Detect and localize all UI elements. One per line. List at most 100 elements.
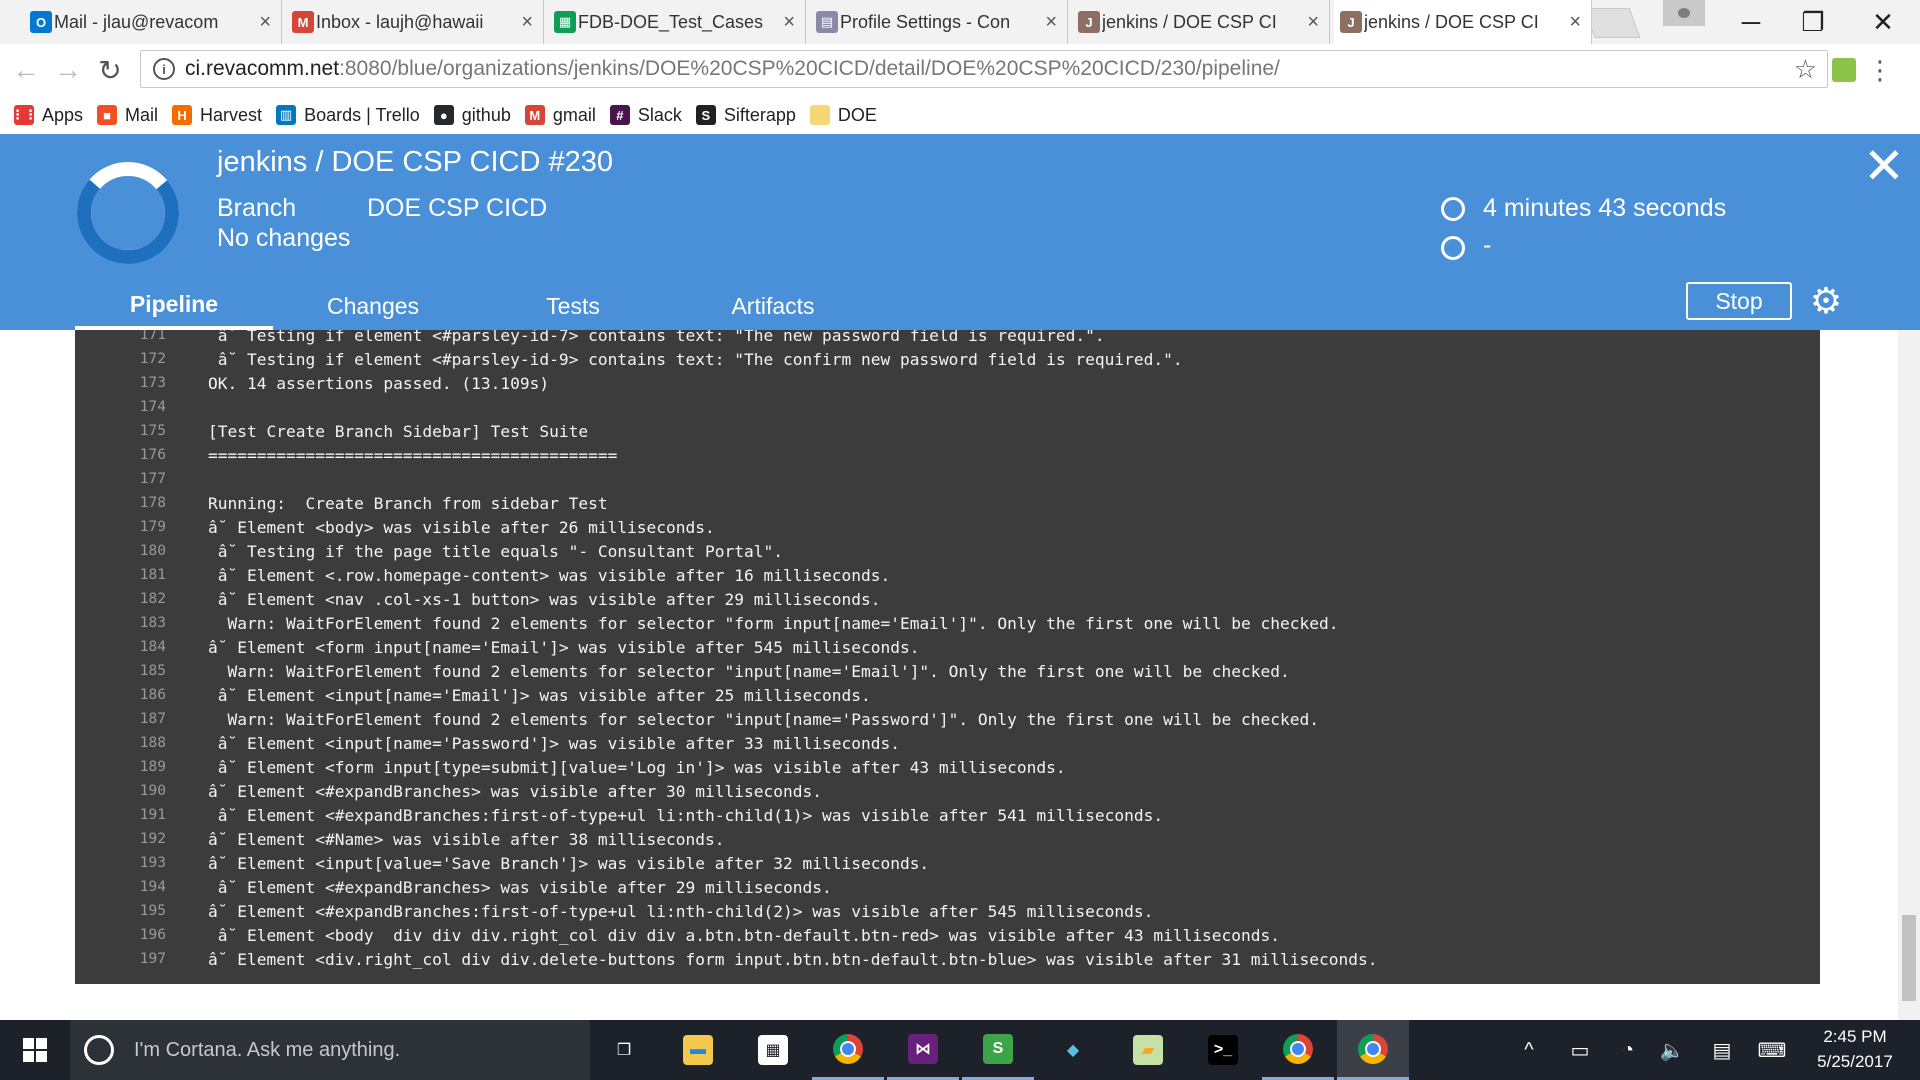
- tab-pipeline[interactable]: Pipeline: [75, 282, 273, 330]
- taskbar-app-button[interactable]: S: [962, 1020, 1034, 1080]
- taskbar-app-button[interactable]: >_: [1187, 1020, 1259, 1080]
- browser-menu-button[interactable]: ⋮: [1867, 54, 1893, 86]
- stop-button[interactable]: Stop: [1686, 282, 1792, 320]
- log-line-number: 187: [139, 711, 166, 727]
- log-line-number: 184: [139, 639, 166, 655]
- log-line-text: Warn: WaitForElement found 2 elements fo…: [208, 613, 1339, 633]
- start-button[interactable]: [0, 1020, 70, 1080]
- taskbar-app-button[interactable]: ◆: [1037, 1020, 1109, 1080]
- log-line-text: â˘ Element <body div div div.right_col d…: [208, 925, 1281, 945]
- taskbar-app-button[interactable]: [1337, 1020, 1409, 1080]
- taskbar-app-button[interactable]: ▦: [737, 1020, 809, 1080]
- minimize-button[interactable]: ─: [1722, 0, 1780, 44]
- site-info-icon[interactable]: i: [153, 58, 175, 80]
- bookmark-label: github: [461, 104, 511, 125]
- tray-chevron-icon[interactable]: ^: [1514, 1020, 1544, 1080]
- harvest-icon: H: [172, 105, 193, 125]
- bookmark-star-icon[interactable]: ☆: [1794, 54, 1817, 85]
- tab-title: jenkins / DOE CSP CI: [1102, 11, 1277, 32]
- log-line: 194 â˘ Element <#expandBranches> was vis…: [75, 875, 832, 899]
- taskbar-app-button[interactable]: ⋈: [887, 1020, 959, 1080]
- log-line-number: 173: [139, 375, 166, 391]
- log-line-number: 171: [139, 330, 166, 343]
- clock-time: 2:45 PM: [1823, 1027, 1887, 1046]
- reload-button[interactable]: ↻: [94, 54, 126, 86]
- log-line: 174: [75, 395, 208, 419]
- address-bar[interactable]: i ci.revacomm.net:8080/blue/organization…: [140, 50, 1828, 88]
- bookmark-item[interactable]: # Slack: [609, 105, 682, 126]
- jenkins-icon: J: [1078, 11, 1100, 33]
- log-line-text: Running: Create Branch from sidebar Test: [208, 493, 608, 513]
- close-window-button[interactable]: ✕: [1854, 0, 1912, 44]
- browser-tab[interactable]: ▤ Profile Settings - Con ×: [810, 0, 1068, 44]
- tab-artifacts[interactable]: Artifacts: [673, 282, 873, 330]
- battery-icon[interactable]: ▭: [1560, 1020, 1600, 1080]
- cortana-placeholder: I'm Cortana. Ask me anything.: [134, 1038, 401, 1061]
- tab-changes[interactable]: Changes: [273, 282, 473, 330]
- bookmark-item[interactable]: Mgmail: [524, 105, 596, 126]
- system-clock[interactable]: 2:45 PM 5/25/2017: [1800, 1024, 1910, 1074]
- log-line-text: â˘ Element <#expandBranches> was visible…: [208, 877, 832, 897]
- taskbar-app-button[interactable]: [812, 1020, 884, 1080]
- taskbar-app-button[interactable]: [1262, 1020, 1334, 1080]
- sifter-icon: S: [983, 1033, 1013, 1064]
- close-tab-icon[interactable]: ×: [1045, 11, 1057, 34]
- run-title: jenkins / DOE CSP CICD #230: [217, 146, 613, 178]
- tab-title: Inbox - laujh@hawaii: [316, 11, 484, 32]
- mail-icon: ■: [97, 105, 118, 125]
- log-line-text: ========================================…: [208, 445, 618, 465]
- tab-tests[interactable]: Tests: [473, 282, 673, 330]
- url-text[interactable]: ci.revacomm.net:8080/blue/organizations/…: [185, 57, 1794, 81]
- close-tab-icon[interactable]: ×: [521, 11, 533, 34]
- log-line-text: â˘ Element <#Name> was visible after 38 …: [208, 829, 725, 849]
- extension-icon[interactable]: [1832, 58, 1856, 82]
- close-tab-icon[interactable]: ×: [1569, 11, 1581, 34]
- log-line-number: 195: [139, 903, 166, 919]
- keyboard-icon[interactable]: ⌨: [1750, 1020, 1794, 1080]
- browser-tab[interactable]: Jjenkins / DOE CSP CI ×: [1072, 0, 1330, 44]
- browser-tab[interactable]: O Mail - jlau@revacom ×: [24, 0, 282, 44]
- bookmark-item[interactable]: ⋮⋮ Apps: [11, 105, 83, 126]
- action-center-icon[interactable]: ▤: [1702, 1020, 1742, 1080]
- browser-tab[interactable]: ▦ FDB-DOE_Test_Cases ×: [548, 0, 806, 44]
- log-line: 182 â˘ Element <nav .col-xs-1 button> wa…: [75, 587, 881, 611]
- forward-button[interactable]: →: [52, 54, 84, 86]
- log-line: 190 â˘ Element <#expandBranches> was visi…: [75, 779, 822, 803]
- log-line-number: 180: [139, 543, 166, 559]
- close-tab-icon[interactable]: ×: [259, 11, 271, 34]
- github-icon: ●: [433, 105, 454, 125]
- maximize-button[interactable]: ❐: [1784, 0, 1842, 44]
- new-tab-button[interactable]: [1583, 8, 1641, 38]
- taskbar-app-button[interactable]: ❐: [588, 1020, 660, 1080]
- gear-icon[interactable]: ⚙: [1809, 283, 1843, 319]
- bookmark-label: DOE: [837, 104, 877, 125]
- log-line-text: â˘ Element <form input[name='Email']> wa…: [208, 637, 920, 657]
- log-line: 172 â˘ Testing if element <#parsley-id-9…: [75, 347, 1183, 371]
- page-scrollbar[interactable]: [1898, 330, 1920, 1020]
- profile-button[interactable]: [1663, 0, 1705, 26]
- log-line: 175 [Test Create Branch Sidebar] Test Sui…: [75, 419, 588, 443]
- bookmark-item[interactable]: DOE: [809, 104, 877, 126]
- close-icon[interactable]: ✕: [1862, 141, 1906, 191]
- task-view-icon: ❐: [609, 1035, 639, 1065]
- file-explorer-icon: ▬: [683, 1035, 713, 1065]
- browser-tab-strip: ─ ❐ ✕ O Mail - jlau@revacom × M Inbox - lauj…: [0, 0, 1920, 44]
- close-tab-icon[interactable]: ×: [783, 11, 795, 34]
- bookmark-item[interactable]: ■ Mail: [97, 105, 158, 126]
- bookmark-item[interactable]: ▥ Boards | Trello: [276, 105, 420, 126]
- cortana-search-box[interactable]: I'm Cortana. Ask me anything.: [70, 1020, 590, 1080]
- scrollbar-thumb[interactable]: [1902, 915, 1916, 1001]
- bookmark-item[interactable]: H Harvest: [172, 105, 262, 126]
- log-line-text: â˘ Element <nav .col-xs-1 button> was vi…: [208, 589, 881, 609]
- back-button[interactable]: ←: [10, 54, 42, 86]
- wifi-icon[interactable]: ◔: [1608, 1020, 1648, 1080]
- taskbar-app-button[interactable]: ▰: [1112, 1020, 1184, 1080]
- close-tab-icon[interactable]: ×: [1307, 11, 1319, 34]
- log-line-number: 192: [139, 831, 166, 847]
- browser-tab[interactable]: M Inbox - laujh@hawaii ×: [286, 0, 544, 44]
- bookmark-item[interactable]: S Sifterapp: [695, 105, 796, 126]
- volume-icon[interactable]: 🔈: [1652, 1020, 1692, 1080]
- bookmark-item[interactable]: ● github: [433, 104, 511, 126]
- taskbar-app-button[interactable]: ▬: [662, 1020, 734, 1080]
- browser-tab[interactable]: Jjenkins / DOE CSP CI ×: [1334, 0, 1592, 44]
